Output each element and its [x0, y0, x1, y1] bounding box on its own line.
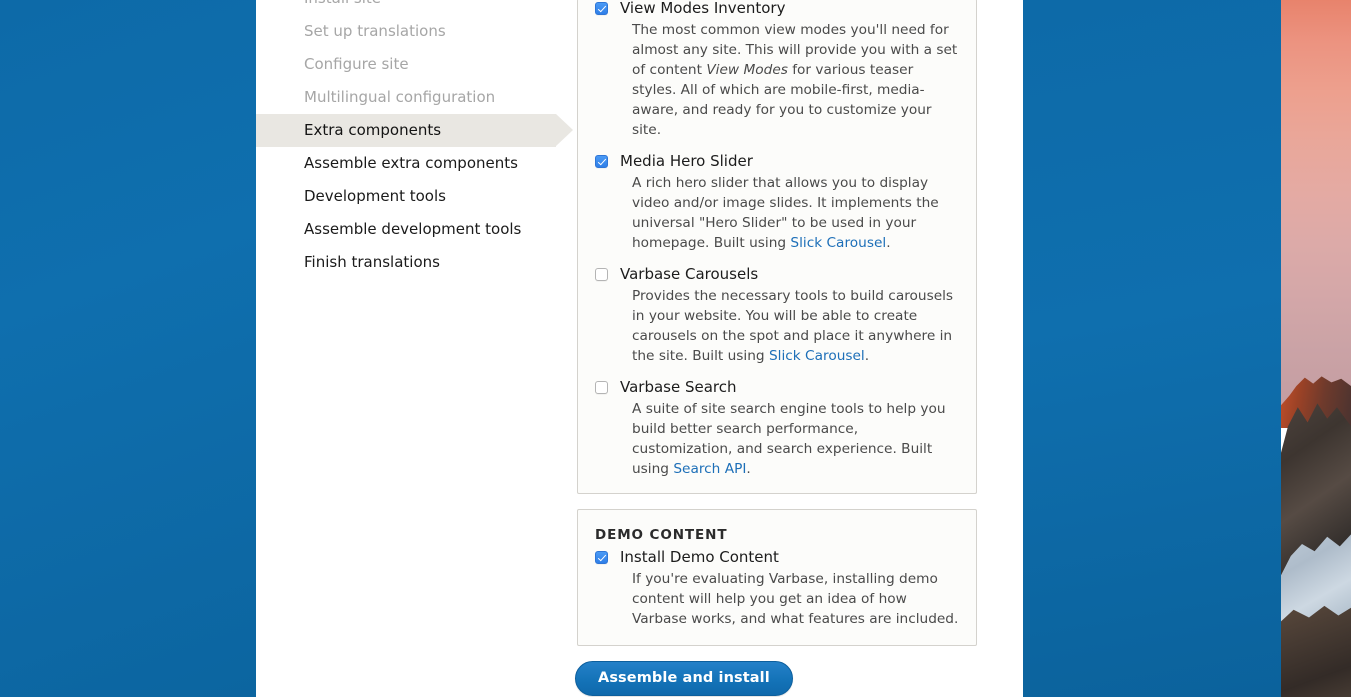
demo-option-list: Install Demo Content If you're evaluating…	[595, 548, 959, 629]
link-slick-carousel[interactable]: Slick Carousel	[790, 235, 886, 251]
link-slick-carousel[interactable]: Slick Carousel	[769, 348, 865, 364]
installer-page: Install site Set up translations Configure…	[256, 0, 1023, 697]
checkbox-label-varbase-carousels[interactable]: Varbase Carousels	[620, 265, 959, 284]
form-actions: Assemble and install	[575, 661, 975, 696]
emphasis-text: View Modes	[706, 62, 788, 78]
checkbox-label-media-hero-slider[interactable]: Media Hero Slider	[620, 152, 959, 171]
option-description: A suite of site search engine tools to h…	[632, 401, 946, 477]
install-step-multilingual-configuration: Multilingual configuration	[256, 81, 556, 114]
install-task-list: Install site Set up translations Configure…	[256, 0, 573, 279]
checkbox-label-install-demo-content[interactable]: Install Demo Content	[620, 548, 959, 567]
option-description: The most common view modes you'll need f…	[632, 22, 958, 138]
option-row-install-demo-content: Install Demo Content If you're evaluating…	[595, 548, 959, 629]
install-step-assemble-extra-components: Assemble extra components	[256, 147, 556, 180]
wallpaper-foreground	[1281, 605, 1351, 697]
install-step-install-site: Install site	[256, 0, 556, 15]
desktop-background-left	[0, 0, 256, 697]
checkbox-label-view-modes-inventory[interactable]: View Modes Inventory	[620, 0, 959, 18]
wallpaper-sky	[1281, 0, 1351, 420]
checkbox-varbase-search[interactable]	[595, 381, 608, 394]
option-description: If you're evaluating Varbase, installing…	[632, 571, 959, 627]
extra-components-panel: View Modes Inventory The most common view…	[577, 0, 977, 494]
checkbox-media-hero-slider[interactable]	[595, 155, 608, 168]
desktop-background-right	[1023, 0, 1281, 697]
install-step-finish-translations: Finish translations	[256, 246, 556, 279]
install-step-configure-site: Configure site	[256, 48, 556, 81]
option-row-media-hero-slider: Media Hero Slider A rich hero slider that…	[595, 152, 959, 253]
checkbox-varbase-carousels[interactable]	[595, 268, 608, 281]
demo-content-panel: DEMO CONTENT Install Demo Content If you'…	[577, 509, 977, 646]
option-row-varbase-carousels: Varbase Carousels Provides the necessary …	[595, 265, 959, 366]
components-option-list: View Modes Inventory The most common view…	[595, 0, 959, 479]
install-step-label: Development tools	[304, 187, 446, 205]
assemble-and-install-button[interactable]: Assemble and install	[575, 661, 793, 696]
option-description: Provides the necessary tools to build ca…	[632, 288, 954, 364]
install-step-label: Finish translations	[304, 253, 440, 271]
install-step-set-up-translations: Set up translations	[256, 15, 556, 48]
option-description: A rich hero slider that allows you to di…	[632, 175, 939, 251]
install-step-assemble-development-tools: Assemble development tools	[256, 213, 556, 246]
link-search-api[interactable]: Search API	[673, 461, 746, 477]
install-step-development-tools: Development tools	[256, 180, 556, 213]
install-step-label: Assemble extra components	[304, 154, 518, 172]
mountain-sunset-wallpaper	[1281, 0, 1351, 697]
install-step-label: Configure site	[304, 55, 409, 73]
checkbox-install-demo-content[interactable]	[595, 551, 608, 564]
install-step-label: Assemble development tools	[304, 220, 522, 238]
demo-content-legend: DEMO CONTENT	[595, 527, 728, 543]
install-step-label: Extra components	[304, 121, 442, 139]
install-step-extra-components[interactable]: Extra components	[256, 114, 573, 147]
checkbox-view-modes-inventory[interactable]	[595, 2, 608, 15]
install-step-label: Install site	[304, 0, 381, 7]
install-step-label: Multilingual configuration	[304, 88, 496, 106]
option-row-varbase-search: Varbase Search A suite of site search eng…	[595, 378, 959, 479]
screen: Install site Set up translations Configure…	[0, 0, 1351, 697]
install-step-label: Set up translations	[304, 22, 446, 40]
install-form: View Modes Inventory The most common view…	[575, 0, 977, 696]
checkbox-label-varbase-search[interactable]: Varbase Search	[620, 378, 959, 397]
option-row-view-modes-inventory: View Modes Inventory The most common view…	[595, 0, 959, 140]
